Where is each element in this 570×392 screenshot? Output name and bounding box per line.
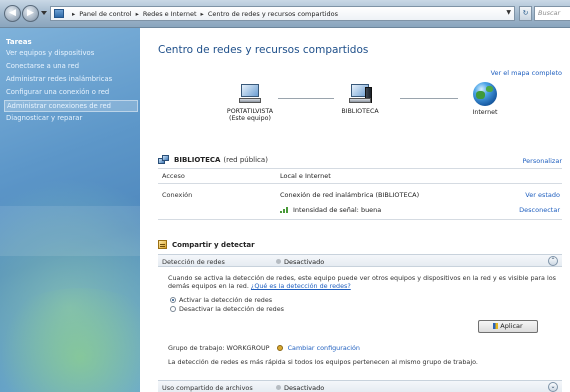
expand-chevron-icon[interactable]: ⌄ [548, 382, 558, 392]
network-name: BIBLIOTECA [174, 155, 221, 164]
network-section-header: BIBLIOTECA (red pública) [158, 155, 268, 164]
apply-button-label[interactable]: Aplicar [500, 322, 522, 330]
discovery-description: Cuando se activa la detección de redes, … [168, 274, 556, 290]
disconnect-link[interactable]: Desconectar [519, 206, 560, 214]
discovery-on-radio[interactable]: Activar la detección de redes [170, 296, 272, 304]
breadcrumb-separator-icon[interactable]: ▸ [136, 10, 139, 18]
sidebar-decoration [0, 206, 140, 256]
breadcrumb-control-panel[interactable]: Panel de control [79, 10, 131, 18]
breadcrumb-network-center[interactable]: Centro de redes y recursos compartidos [208, 10, 338, 18]
recent-pages-dropdown-icon[interactable] [41, 11, 47, 15]
discovery-off-radio[interactable]: Desactivar la detección de redes [170, 305, 284, 313]
sidebar-item-manage-wireless[interactable]: Administrar redes inalámbricas [6, 75, 112, 83]
file-sharing-label: Uso compartido de archivos [162, 384, 253, 392]
forward-arrow-icon[interactable]: ▶ [22, 5, 39, 22]
signal-value: Intensidad de señal: buena [293, 206, 382, 214]
breadcrumb[interactable]: ▸ Panel de control ▸ Redes e Internet ▸ … [50, 6, 515, 21]
connection-line [278, 98, 334, 99]
sidebar-item-connect-network[interactable]: Conectarse a una red [6, 62, 79, 70]
sharing-section-header: Compartir y detectar [158, 240, 255, 249]
network-node-name: BIBLIOTECA [341, 108, 379, 115]
view-status-link[interactable]: Ver estado [525, 191, 560, 199]
main-content: Centro de redes y recursos compartidos V… [140, 28, 570, 392]
access-value: Local e Internet [280, 172, 331, 180]
view-full-map-link[interactable]: Ver el mapa completo [491, 69, 562, 77]
divider [158, 168, 562, 169]
file-sharing-row[interactable]: Uso compartido de archivos Desactivado ⌄ [158, 380, 562, 392]
file-sharing-value: Desactivado [276, 384, 324, 392]
uac-shield-icon [493, 323, 499, 329]
sidebar-title: Tareas [6, 38, 32, 46]
laptop-icon [239, 84, 261, 104]
page-title: Centro de redes y recursos compartidos [158, 44, 369, 56]
workgroup-row: Grupo de trabajo: WORKGROUP Cambiar conf… [168, 344, 360, 352]
customize-link[interactable]: Personalizar [522, 157, 562, 165]
this-computer-sub: (Este equipo) [229, 115, 271, 122]
change-settings-link[interactable]: Cambiar configuración [288, 344, 360, 352]
radio-selected-icon[interactable] [170, 297, 176, 303]
control-panel-icon [54, 9, 64, 18]
sidebar-item-view-computers[interactable]: Ver equipos y dispositivos [6, 49, 94, 57]
internet-node-name: Internet [472, 109, 498, 116]
sidebar-item-setup-connection[interactable]: Configurar una conexión o red [6, 88, 109, 96]
breadcrumb-network-internet[interactable]: Redes e Internet [143, 10, 197, 18]
apply-button[interactable]: Aplicar [478, 320, 538, 333]
signal-strength-icon [280, 206, 290, 213]
search-input[interactable]: Buscar [534, 6, 570, 21]
globe-icon [473, 82, 497, 106]
connection-value: Conexión de red inalámbrica (BIBLIOTECA) [280, 191, 420, 199]
workgroup-note: La detección de redes es más rápida si t… [168, 358, 478, 366]
radio-unselected-icon[interactable] [170, 306, 176, 312]
network-icon [158, 155, 170, 164]
breadcrumb-separator-icon[interactable]: ▸ [72, 10, 75, 18]
network-node: BIBLIOTECA [330, 84, 390, 115]
sidebar-item-manage-connections[interactable]: Administrar conexiones de red [4, 100, 138, 112]
sharing-title: Compartir y detectar [172, 240, 255, 249]
network-discovery-value: Desactivado [276, 258, 324, 266]
settings-icon[interactable] [276, 345, 283, 351]
sharing-icon [158, 240, 167, 249]
breadcrumb-separator-icon[interactable]: ▸ [201, 10, 204, 18]
workgroup-label: Grupo de trabajo: WORKGROUP [168, 344, 270, 352]
divider [158, 183, 562, 184]
refresh-icon[interactable]: ↻ [519, 6, 532, 21]
internet-node: Internet [462, 82, 508, 116]
discovery-off-label[interactable]: Desactivar la detección de redes [179, 305, 284, 313]
discovery-on-label[interactable]: Activar la detección de redes [179, 296, 272, 304]
collapse-chevron-icon[interactable]: ⌃ [548, 256, 558, 266]
this-computer-name: PORTATILVISTA [226, 108, 274, 115]
back-arrow-icon[interactable]: ◀ [4, 5, 21, 22]
network-computers-icon [349, 84, 372, 104]
divider [158, 219, 562, 220]
network-discovery-label: Detección de redes [162, 258, 225, 266]
address-toolbar: ◀ ▶ ▸ Panel de control ▸ Redes e Interne… [0, 0, 570, 28]
network-discovery-row[interactable]: Detección de redes Desactivado ⌃ [158, 254, 562, 267]
connection-line [400, 98, 458, 99]
network-type: (red pública) [223, 155, 268, 164]
this-computer-node: PORTATILVISTA (Este equipo) [210, 84, 290, 122]
discovery-description-text: Cuando se activa la detección de redes, … [168, 274, 557, 291]
sidebar-item-diagnose-repair[interactable]: Diagnosticar y reparar [6, 114, 82, 122]
access-label: Acceso [162, 172, 185, 180]
tasks-sidebar: Tareas Ver equipos y dispositivos Conect… [0, 28, 140, 392]
what-is-discovery-link[interactable]: ¿Qué es la detección de redes? [251, 282, 351, 290]
signal-row: Intensidad de señal: buena [280, 206, 381, 214]
connection-label: Conexión [162, 191, 193, 199]
address-dropdown-icon[interactable]: ▼ [506, 9, 511, 16]
